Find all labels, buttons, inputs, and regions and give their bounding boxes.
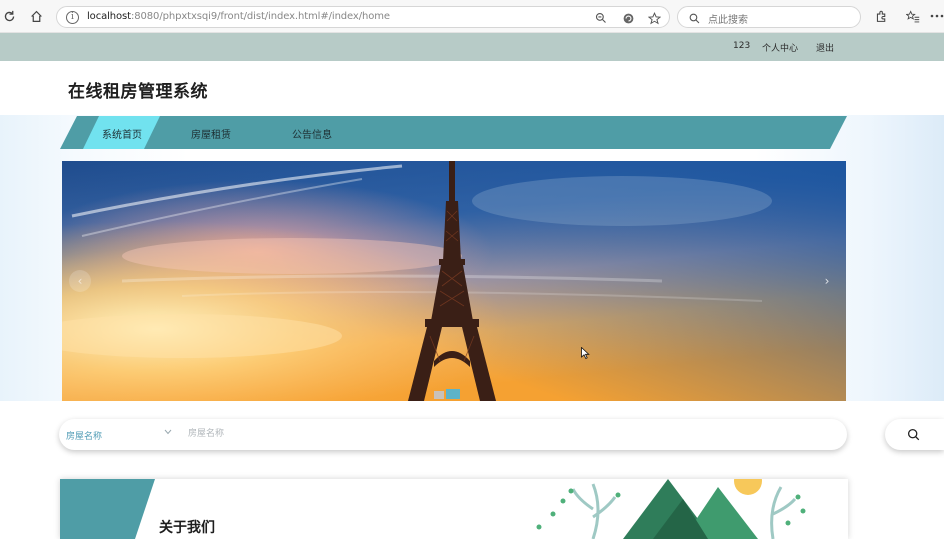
chevron-left-icon: ‹	[77, 274, 83, 288]
reload-icon[interactable]	[0, 7, 18, 25]
address-bar[interactable]: i localhost:8080/phpxtxsqi9/front/dist/i…	[56, 6, 670, 28]
chevron-right-icon: ›	[824, 274, 830, 288]
profile-link[interactable]: 个人中心	[762, 41, 798, 54]
home-icon[interactable]	[27, 7, 45, 25]
refresh-page-icon[interactable]	[620, 10, 636, 26]
carousel-image	[62, 161, 846, 401]
search-field-select[interactable]: 房屋名称	[66, 429, 102, 442]
carousel-prev-button[interactable]: ‹	[69, 270, 91, 292]
search-icon	[907, 428, 919, 441]
browser-search-placeholder: 点此搜索	[708, 15, 748, 26]
logout-link[interactable]: 退出	[816, 41, 834, 54]
mouse-cursor-icon	[581, 347, 590, 359]
nav-item-home[interactable]: 系统首页	[102, 126, 142, 141]
url-path: :8080/phpxtxsqi9/front/dist/index.html#/…	[131, 11, 390, 22]
nav-item-notices[interactable]: 公告信息	[292, 126, 332, 141]
browser-toolbar: i localhost:8080/phpxtxsqi9/front/dist/i…	[0, 0, 944, 33]
about-section: 关于我们	[60, 479, 848, 539]
favorite-star-icon[interactable]	[646, 10, 662, 26]
extensions-icon[interactable]	[872, 7, 890, 25]
url-host: localhost	[87, 11, 131, 22]
about-accent-shape	[60, 479, 155, 539]
more-menu-icon[interactable]	[928, 7, 944, 25]
banner-carousel[interactable]	[62, 161, 846, 401]
search-button[interactable]	[885, 419, 944, 450]
search-icon	[686, 10, 702, 26]
info-icon[interactable]: i	[66, 11, 79, 24]
zoom-icon[interactable]	[593, 10, 609, 26]
username: 123	[733, 41, 751, 51]
url-text[interactable]: localhost:8080/phpxtxsqi9/front/dist/ind…	[87, 11, 390, 22]
site-title: 在线租房管理系统	[68, 82, 208, 102]
main-nav-bar	[60, 116, 847, 149]
nav-item-rental[interactable]: 房屋租赁	[191, 126, 231, 141]
favorites-list-icon[interactable]	[904, 7, 922, 25]
house-search-input[interactable]	[186, 424, 746, 444]
chevron-down-icon[interactable]	[164, 428, 172, 438]
about-illustration	[536, 479, 806, 539]
user-bar: 123 个人中心 退出	[0, 33, 944, 61]
carousel-next-button[interactable]: ›	[818, 270, 836, 292]
browser-search-box[interactable]: 点此搜索	[677, 6, 861, 28]
about-title: 关于我们	[159, 520, 215, 536]
